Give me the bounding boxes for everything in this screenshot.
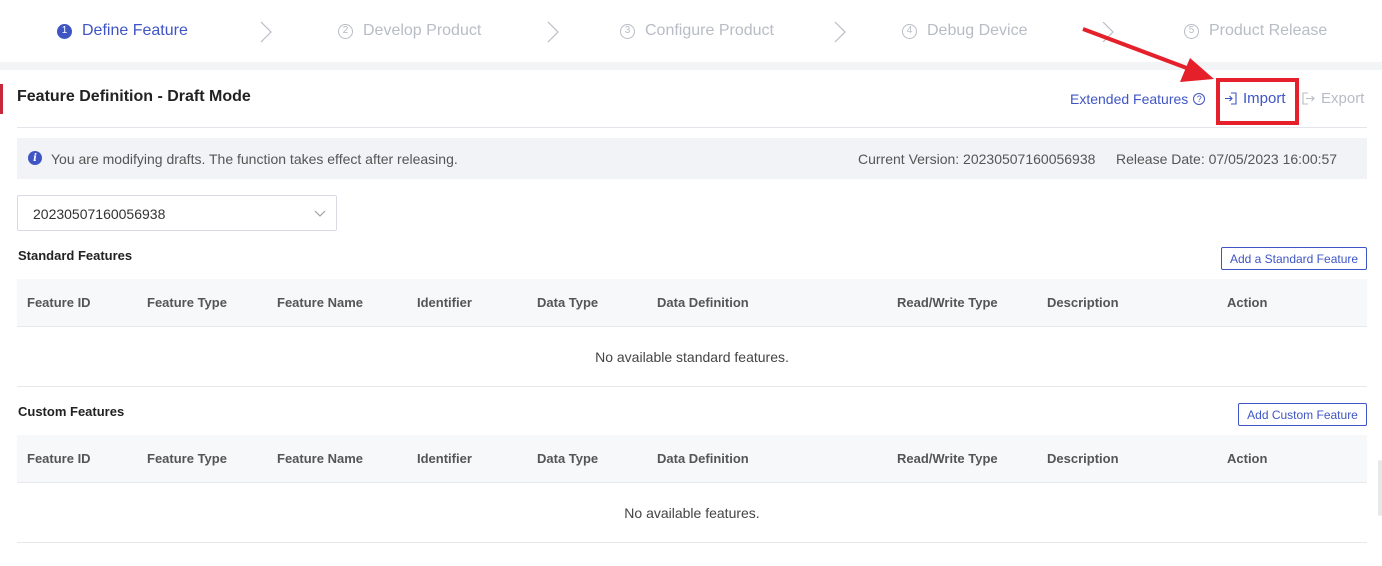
step-label: Define Feature	[82, 22, 188, 39]
notice-message: You are modifying drafts. The function t…	[51, 151, 458, 167]
chevron-right-icon	[260, 21, 272, 43]
custom-table-header: Feature ID Feature Type Feature Name Ide…	[17, 435, 1367, 483]
step-navigation: 1 Define Feature 2 Develop Product 3 Con…	[0, 0, 1382, 62]
step-debug-device[interactable]: 4 Debug Device	[902, 20, 1028, 42]
standard-empty-state: No available standard features.	[17, 327, 1367, 387]
step-number: 2	[338, 23, 353, 39]
export-label: Export	[1321, 90, 1365, 107]
custom-empty-state: No available features.	[17, 483, 1367, 543]
col-feature-type: Feature Type	[147, 451, 227, 466]
col-read-write-type: Read/Write Type	[897, 295, 998, 310]
col-description: Description	[1047, 451, 1119, 466]
draft-notice-bar: i You are modifying drafts. The function…	[17, 138, 1367, 179]
chevron-right-icon	[1102, 21, 1114, 43]
import-label: Import	[1243, 90, 1286, 107]
release-date: Release Date: 07/05/2023 16:00:57	[1116, 151, 1338, 167]
col-description: Description	[1047, 295, 1119, 310]
page-title: Feature Definition - Draft Mode	[17, 88, 251, 105]
chevron-right-icon	[834, 21, 846, 43]
standard-features-title: Standard Features	[18, 248, 133, 263]
step-label: Configure Product	[645, 22, 774, 39]
col-feature-name: Feature Name	[277, 451, 363, 466]
feature-definition-panel: Feature Definition - Draft Mode Extended…	[0, 70, 1382, 566]
step-label: Debug Device	[927, 22, 1028, 39]
col-data-type: Data Type	[537, 451, 599, 466]
col-data-type: Data Type	[537, 295, 599, 310]
step-product-release[interactable]: 5 Product Release	[1184, 20, 1327, 42]
col-read-write-type: Read/Write Type	[897, 451, 998, 466]
title-accent-bar	[0, 84, 3, 114]
step-configure-product[interactable]: 3 Configure Product	[620, 20, 774, 42]
custom-features-title: Custom Features	[18, 404, 125, 419]
col-feature-type: Feature Type	[147, 295, 227, 310]
step-number: 1	[57, 23, 72, 39]
col-feature-name: Feature Name	[277, 295, 363, 310]
chevron-down-icon	[314, 210, 326, 217]
add-standard-feature-button[interactable]: Add a Standard Feature	[1221, 247, 1367, 270]
step-define-feature[interactable]: 1 Define Feature	[57, 20, 188, 42]
header-divider	[17, 127, 1367, 128]
export-icon	[1302, 92, 1315, 105]
col-identifier: Identifier	[417, 295, 472, 310]
col-action: Action	[1227, 451, 1268, 466]
step-number: 5	[1184, 23, 1199, 39]
step-number: 4	[902, 23, 917, 39]
standard-table-header: Feature ID Feature Type Feature Name Ide…	[17, 279, 1367, 327]
col-data-definition: Data Definition	[657, 451, 749, 466]
col-feature-id: Feature ID	[27, 295, 91, 310]
extended-features-label: Extended Features	[1070, 91, 1189, 107]
add-custom-feature-button[interactable]: Add Custom Feature	[1238, 403, 1367, 426]
step-label: Develop Product	[363, 22, 482, 39]
version-select[interactable]: 20230507160056938	[17, 195, 337, 231]
col-action: Action	[1227, 295, 1268, 310]
col-feature-id: Feature ID	[27, 451, 91, 466]
version-select-value: 20230507160056938	[33, 206, 166, 222]
help-icon[interactable]: ?	[1193, 93, 1206, 105]
info-icon: i	[28, 151, 42, 165]
current-version: Current Version: 20230507160056938	[858, 151, 1096, 167]
chevron-right-icon	[547, 21, 559, 43]
step-develop-product[interactable]: 2 Develop Product	[338, 20, 481, 42]
step-number: 3	[620, 23, 635, 39]
import-button[interactable]: Import	[1224, 90, 1286, 107]
export-button[interactable]: Export	[1302, 90, 1364, 107]
col-data-definition: Data Definition	[657, 295, 749, 310]
import-icon	[1225, 92, 1237, 105]
step-label: Product Release	[1209, 22, 1328, 39]
scrollbar[interactable]	[1378, 460, 1382, 516]
extended-features-link[interactable]: Extended Features ?	[1070, 91, 1206, 107]
col-identifier: Identifier	[417, 451, 472, 466]
